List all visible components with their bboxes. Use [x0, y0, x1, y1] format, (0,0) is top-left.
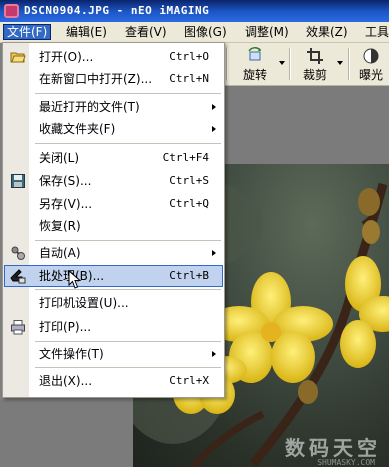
photo-watermark: 数码天空	[285, 436, 381, 460]
window-title: DSCN0904.JPG - nEO iMAGING	[24, 4, 210, 17]
menu-separator	[35, 240, 221, 241]
menu-item-print[interactable]: 打印(P)...	[4, 316, 223, 338]
crop-button[interactable]: 裁剪	[295, 45, 335, 83]
menu-item-batch[interactable]: 批处理(B)... Ctrl+B	[4, 265, 223, 287]
menu-item-shortcut: Ctrl+F4	[162, 151, 209, 164]
open-folder-icon	[10, 52, 26, 63]
menu-item-label: 退出(X)...	[39, 374, 93, 388]
toolbar-separator	[289, 48, 290, 80]
menu-item-shortcut: Ctrl+Q	[169, 197, 209, 210]
menu-item-shortcut: Ctrl+O	[169, 50, 209, 63]
menu-item-label: 打印(P)...	[39, 320, 92, 334]
menu-item-shortcut: Ctrl+S	[169, 174, 209, 187]
menu-item-label: 自动(A)	[39, 246, 81, 260]
title-bar: DSCN0904.JPG - nEO iMAGING	[0, 0, 389, 22]
floppy-disk-icon	[11, 174, 25, 188]
workspace-background	[223, 86, 389, 164]
exposure-button[interactable]: 曝光	[353, 45, 389, 83]
menu-tools[interactable]: 工具	[361, 24, 389, 40]
rotate-label: 旋转	[242, 68, 267, 82]
batch-icon	[10, 269, 26, 284]
menu-image[interactable]: 图像(G)	[180, 24, 231, 40]
menu-item-label: 文件操作(T)	[39, 347, 104, 361]
printer-icon	[11, 320, 25, 335]
mouse-cursor-icon	[68, 270, 82, 289]
menu-item-file-operations[interactable]: 文件操作(T)	[4, 343, 223, 365]
submenu-arrow-icon	[212, 351, 216, 357]
toolbar-separator	[226, 48, 227, 80]
menu-item-label: 关闭(L)	[39, 151, 80, 165]
app-icon	[4, 4, 19, 18]
submenu-arrow-icon	[212, 250, 216, 256]
automation-icon	[11, 246, 25, 260]
submenu-arrow-icon	[212, 104, 216, 110]
submenu-arrow-icon	[212, 126, 216, 132]
rotate-dropdown-arrow[interactable]	[279, 61, 285, 65]
menu-item-save-as[interactable]: 另存(V)... Ctrl+Q	[4, 193, 223, 215]
menu-separator	[35, 341, 221, 342]
menu-item-save[interactable]: 保存(S)... Ctrl+S	[4, 170, 223, 192]
file-menu-dropdown: 打开(O)... Ctrl+O 在新窗口中打开(Z)... Ctrl+N 最近打…	[2, 42, 225, 398]
rotate-button[interactable]: 旋转	[235, 45, 275, 83]
menu-item-favorite-folders[interactable]: 收藏文件夹(F)	[4, 118, 223, 140]
menu-item-close[interactable]: 关闭(L) Ctrl+F4	[4, 147, 223, 169]
menu-item-label: 打印机设置(U)...	[39, 296, 129, 310]
menu-bar: 文件(F) 编辑(E) 查看(V) 图像(G) 调整(M) 效果(Z) 工具	[0, 22, 389, 43]
menu-item-exit[interactable]: 退出(X)... Ctrl+X	[4, 370, 223, 392]
menu-separator	[35, 367, 221, 368]
menu-item-label: 打开(O)...	[39, 50, 94, 64]
photo-watermark-url: SHUMASKY.COM	[317, 458, 375, 467]
menu-edit[interactable]: 编辑(E)	[62, 24, 111, 40]
menu-item-shortcut: Ctrl+B	[169, 269, 209, 282]
menu-separator	[35, 93, 221, 94]
menu-separator	[35, 143, 221, 144]
crop-dropdown-arrow[interactable]	[337, 61, 343, 65]
menu-item-shortcut: Ctrl+X	[169, 374, 209, 387]
menu-item-label: 收藏文件夹(F)	[39, 122, 116, 136]
menu-item-label: 另存(V)...	[39, 197, 93, 211]
menu-item-label: 最近打开的文件(T)	[39, 100, 140, 114]
menu-item-open-new-window[interactable]: 在新窗口中打开(Z)... Ctrl+N	[4, 68, 223, 90]
menu-effects[interactable]: 效果(Z)	[302, 24, 352, 40]
crop-label: 裁剪	[302, 68, 327, 82]
exposure-icon	[363, 48, 379, 64]
menu-item-recent-files[interactable]: 最近打开的文件(T)	[4, 96, 223, 118]
menu-file[interactable]: 文件(F)	[3, 24, 52, 40]
toolbar: 旋转 裁剪 曝光	[223, 43, 389, 86]
exposure-label: 曝光	[358, 68, 383, 82]
menu-adjust[interactable]: 调整(M)	[241, 24, 293, 40]
menu-view[interactable]: 查看(V)	[121, 24, 171, 40]
rotate-icon	[248, 47, 261, 61]
menu-item-revert[interactable]: 恢复(R)	[4, 215, 223, 237]
menu-item-automate[interactable]: 自动(A)	[4, 242, 223, 264]
menu-item-label: 恢复(R)	[39, 219, 81, 233]
toolbar-separator	[348, 48, 349, 80]
menu-item-label: 在新窗口中打开(Z)...	[39, 72, 153, 86]
menu-item-printer-setup[interactable]: 打印机设置(U)...	[4, 292, 223, 314]
menu-item-label: 保存(S)...	[39, 174, 92, 188]
crop-icon	[307, 48, 323, 64]
menu-item-open[interactable]: 打开(O)... Ctrl+O	[4, 46, 223, 68]
workspace-background	[0, 400, 133, 467]
menu-separator	[35, 289, 221, 290]
menu-item-shortcut: Ctrl+N	[169, 72, 209, 85]
